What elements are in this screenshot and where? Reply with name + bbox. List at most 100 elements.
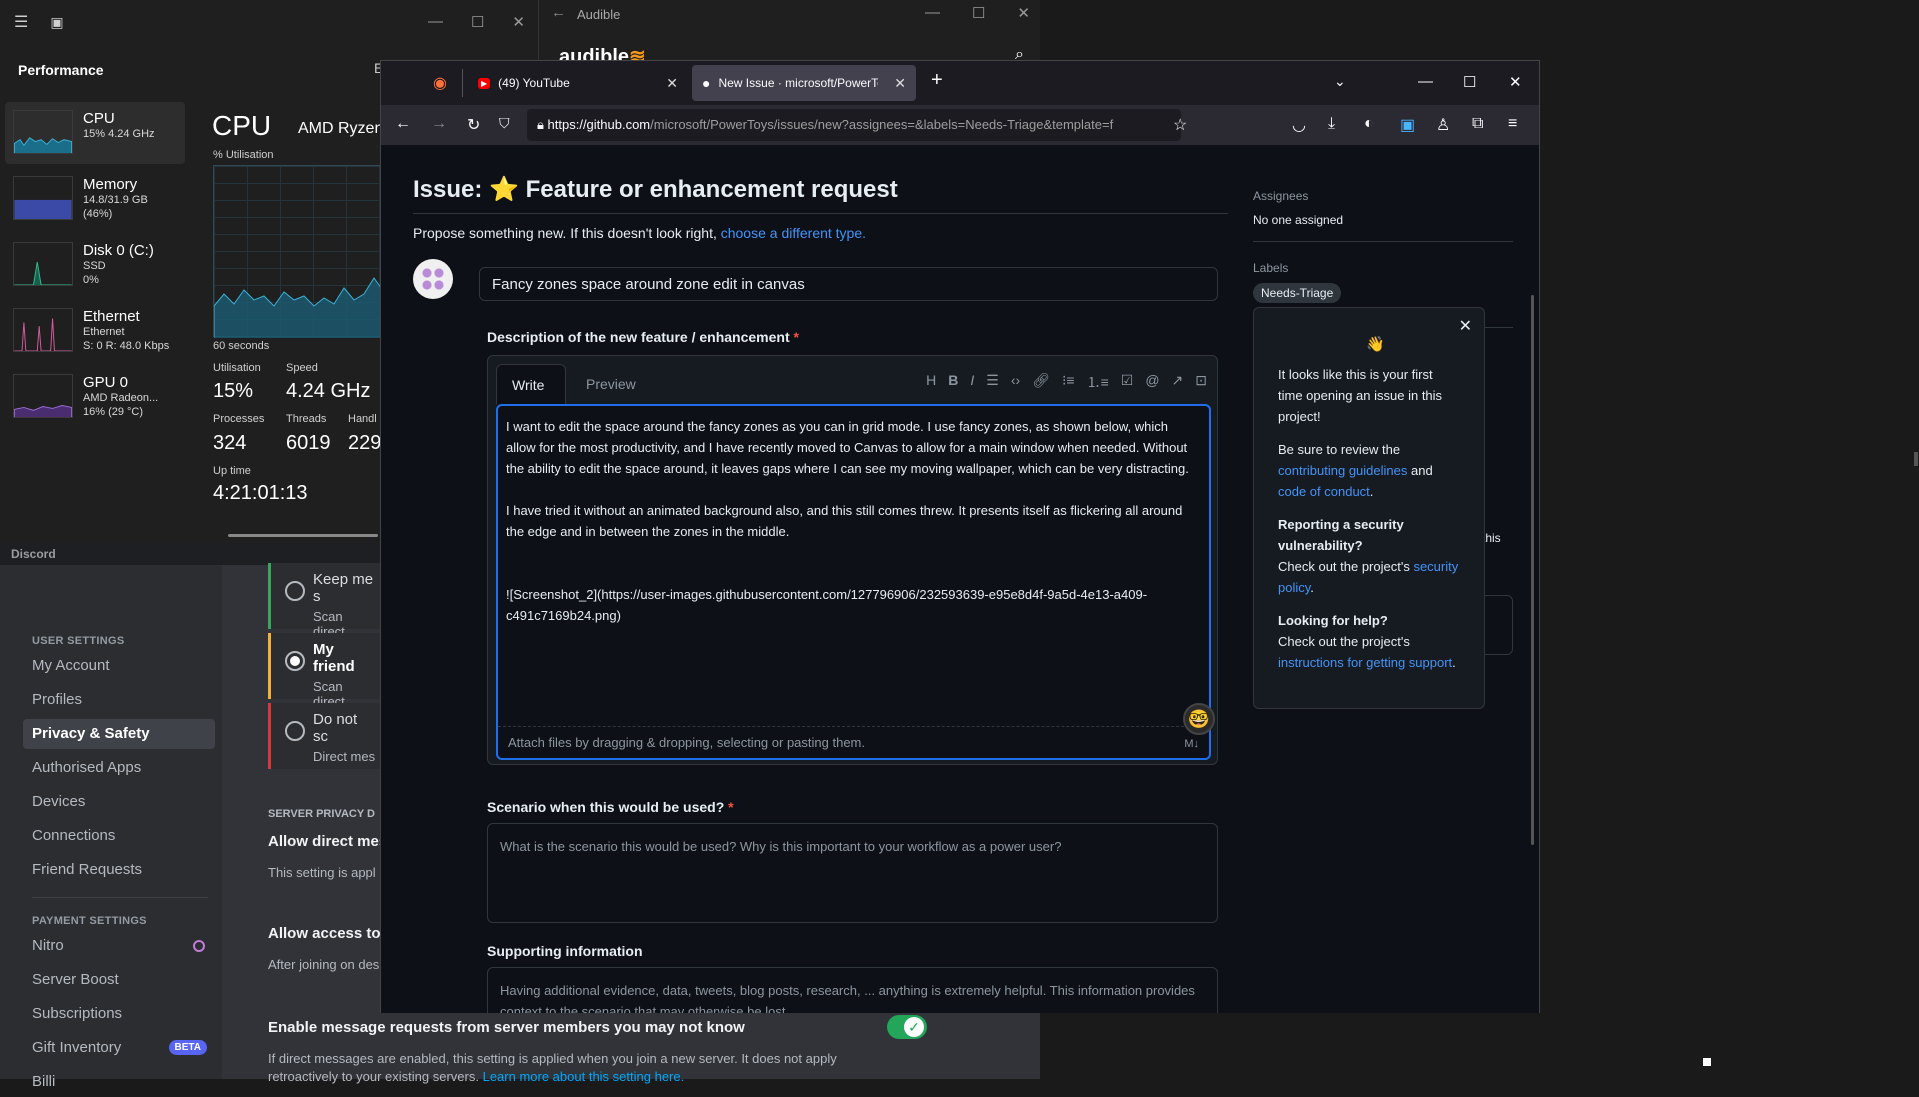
nav-gift-inventory[interactable]: Gift Inventory BETA <box>23 1033 215 1063</box>
scenario-textarea[interactable]: What is the scenario this would be used?… <box>487 823 1218 923</box>
mention-icon[interactable]: @ <box>1145 372 1159 392</box>
pocket-icon[interactable]: ◡ <box>1292 115 1306 135</box>
labels-label[interactable]: Labels <box>1253 261 1288 275</box>
close-icon[interactable]: ✕ <box>1017 4 1030 22</box>
nav-profiles[interactable]: Profiles <box>23 685 215 715</box>
tab-new-issue[interactable]: ● New Issue · microsoft/PowerToy ✕ <box>692 65 916 101</box>
firefox-view-icon[interactable]: ◉ <box>433 73 447 93</box>
link-icon[interactable]: 🔗︎ <box>1032 372 1050 392</box>
radio-button[interactable] <box>285 721 305 741</box>
list-all-tabs-icon[interactable]: ⌄ <box>1334 73 1346 90</box>
close-icon[interactable]: ✕ <box>1459 316 1472 337</box>
avatar[interactable] <box>413 259 453 299</box>
resource-memory[interactable]: Memory 14.8/31.9 GB (46%) <box>5 168 185 230</box>
page-scrollbar[interactable] <box>1531 295 1534 845</box>
dm-filter-option-friends[interactable]: My friend Scan direct <box>268 633 388 709</box>
nav-subscriptions[interactable]: Subscriptions <box>23 999 215 1029</box>
close-tab-icon[interactable]: ✕ <box>666 75 678 92</box>
utilisation-label: Utilisation <box>213 362 261 374</box>
resource-ethernet[interactable]: Ethernet Ethernet S: 0 R: 48.0 Kbps <box>5 300 185 362</box>
close-tab-icon[interactable]: ✕ <box>894 75 906 92</box>
attach-files-area[interactable]: Attach files by dragging & dropping, sel… <box>498 726 1209 758</box>
description-textarea[interactable]: I want to edit the space around the fanc… <box>496 404 1211 760</box>
italic-icon[interactable]: I <box>970 372 974 392</box>
user-settings-header: USER SETTINGS <box>32 635 125 647</box>
reload-icon[interactable]: ↻ <box>467 115 480 135</box>
supporting-info-textarea[interactable]: Having additional evidence, data, tweets… <box>487 967 1218 1013</box>
nav-my-account[interactable]: My Account <box>23 651 215 681</box>
radio-button[interactable] <box>285 581 305 601</box>
nav-authorised-apps[interactable]: Authorised Apps <box>23 753 215 783</box>
processes-label: Processes <box>213 413 265 425</box>
forward-icon[interactable]: → <box>431 115 447 133</box>
app-menu-icon[interactable]: ≡ <box>1508 115 1517 133</box>
address-bar[interactable]: 🔒︎ https://github.com/microsoft/PowerToy… <box>527 109 1181 141</box>
payment-settings-header: PAYMENT SETTINGS <box>32 915 147 927</box>
dm-filter-option-off[interactable]: Do not sc Direct mes <box>268 703 388 769</box>
saved-replies-icon[interactable]: ⊡ <box>1195 372 1207 392</box>
maximize-icon[interactable]: ☐ <box>972 4 985 22</box>
close-icon[interactable]: ✕ <box>1509 73 1522 91</box>
processes-value: 324 <box>213 432 247 454</box>
tab-youtube[interactable]: ▶ (49) YouTube ✕ <box>468 65 688 101</box>
code-icon[interactable]: ‹› <box>1011 372 1020 392</box>
quote-icon[interactable]: ☰ <box>986 372 999 392</box>
utilisation-axis-label: % Utilisation <box>213 149 274 161</box>
nav-friend-requests[interactable]: Friend Requests <box>23 855 215 885</box>
assignees-label[interactable]: Assignees <box>1253 189 1308 203</box>
write-tab[interactable]: Write <box>496 364 566 404</box>
back-icon[interactable]: ← <box>395 115 411 133</box>
nav-nitro[interactable]: Nitro <box>23 931 215 961</box>
first-issue-popover: ✕ 👋 It looks like this is your first tim… <box>1253 307 1485 709</box>
bullet-list-icon[interactable]: ⁝≡ <box>1062 372 1075 392</box>
support-instructions-link[interactable]: instructions for getting support <box>1278 655 1452 670</box>
task-list-icon[interactable]: ☑ <box>1121 372 1134 392</box>
resource-cpu[interactable]: CPU 15% 4.24 GHz <box>5 102 185 164</box>
back-arrow-icon[interactable]: ← <box>551 4 566 21</box>
shield-icon[interactable]: ⛉ <box>499 115 510 132</box>
preview-tab[interactable]: Preview <box>586 376 636 392</box>
new-tab-button[interactable]: + <box>931 69 943 92</box>
extension-notification-icon[interactable]: ▣ <box>1400 115 1415 135</box>
issue-title-input[interactable]: Fancy zones space around zone edit in ca… <box>479 267 1218 301</box>
close-icon[interactable]: ✕ <box>512 13 525 31</box>
extension-icon[interactable]: ◐ <box>1364 115 1374 133</box>
message-requests-toggle[interactable] <box>887 1015 927 1039</box>
contributing-guidelines-link[interactable]: contributing guidelines <box>1278 463 1407 478</box>
allow-access-desc: After joining on des <box>268 957 380 972</box>
nav-billing[interactable]: Billi <box>23 1067 215 1097</box>
beta-badge: BETA <box>168 1040 207 1055</box>
speed-label: Speed <box>286 362 318 374</box>
nav-connections[interactable]: Connections <box>23 821 215 851</box>
downloads-icon[interactable]: ⤓ <box>1328 115 1335 133</box>
maximize-icon[interactable]: ☐ <box>1463 73 1476 91</box>
nav-privacy-safety[interactable]: Privacy & Safety <box>23 719 215 749</box>
choose-type-link[interactable]: choose a different type. <box>721 225 866 241</box>
extensions-puzzle-icon[interactable]: ⧉ <box>1472 115 1483 133</box>
nav-server-boost[interactable]: Server Boost <box>23 965 215 995</box>
horizontal-scrollbar[interactable] <box>228 534 378 537</box>
maximize-icon[interactable]: ☐ <box>471 13 484 31</box>
code-of-conduct-link[interactable]: code of conduct <box>1278 484 1370 499</box>
bold-icon[interactable]: B <box>948 372 958 392</box>
minimize-icon[interactable]: — <box>1418 73 1433 90</box>
hamburger-menu-icon[interactable]: ☰ <box>14 12 28 32</box>
tab-separator <box>462 69 463 97</box>
resource-gpu[interactable]: GPU 0 AMD Radeon... 16% (29 °C) <box>5 366 185 428</box>
bookmark-star-icon[interactable]: ☆ <box>1173 115 1187 135</box>
star-icon: ⭐ <box>489 176 519 203</box>
emoji-picker-icon[interactable]: 🤓 <box>1183 703 1215 735</box>
resource-disk[interactable]: Disk 0 (C:) SSD 0% <box>5 234 185 296</box>
reference-icon[interactable]: ↗ <box>1172 372 1184 392</box>
radio-button-selected[interactable] <box>285 651 305 671</box>
nitro-icon <box>193 940 205 952</box>
minimize-icon[interactable]: — <box>925 4 940 22</box>
learn-more-link[interactable]: Learn more about this setting here. <box>483 1069 685 1084</box>
dm-filter-option-keep-safe[interactable]: Keep me s Scan direct <box>268 563 388 639</box>
tab-strip: ◉ ▶ (49) YouTube ✕ ● New Issue · microso… <box>381 61 1539 105</box>
numbered-list-icon[interactable]: ⒈≡ <box>1087 372 1109 392</box>
minimize-icon[interactable]: — <box>428 13 443 31</box>
account-icon[interactable]: ♙ <box>1436 115 1450 135</box>
nav-devices[interactable]: Devices <box>23 787 215 817</box>
heading-icon[interactable]: H <box>926 372 936 392</box>
